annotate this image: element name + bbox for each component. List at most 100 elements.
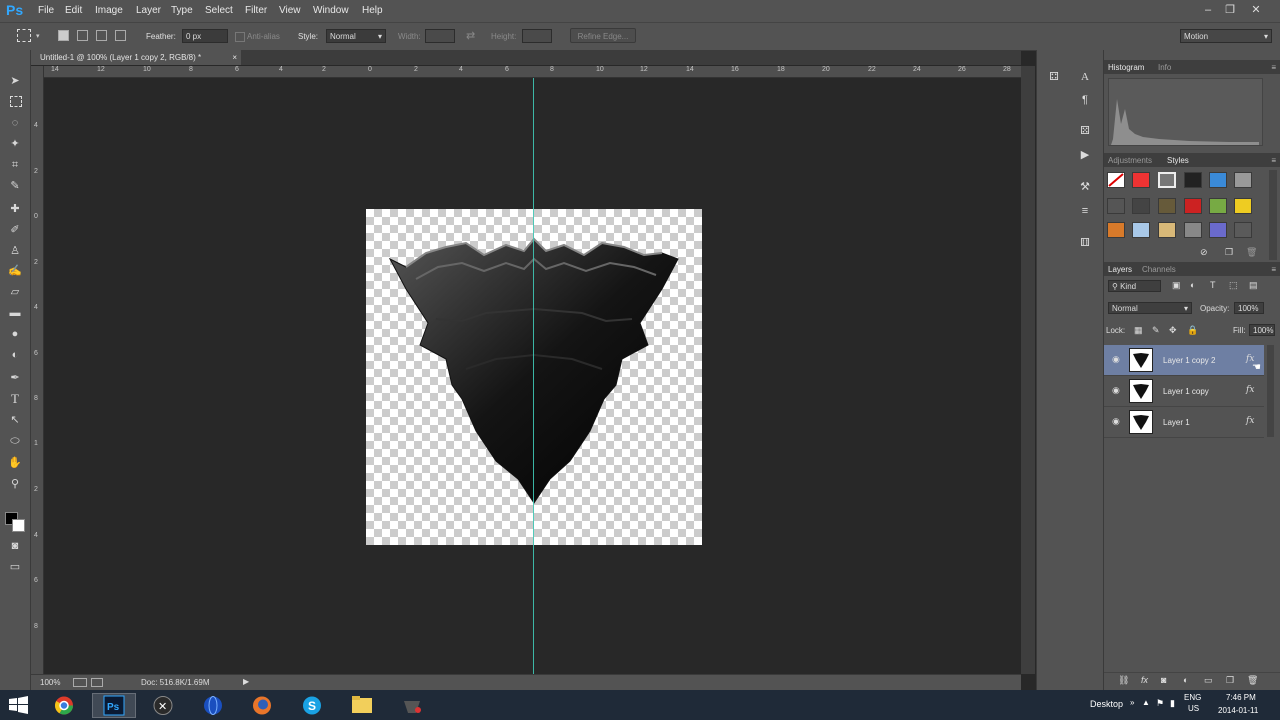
delete-style-icon[interactable]: 🗑	[1246, 247, 1257, 258]
flag-icon[interactable]: ⚑	[1156, 698, 1164, 709]
dodge-tool-icon[interactable]: ◐	[8, 348, 22, 362]
filter-pixel-icon[interactable]: ▣	[1172, 280, 1181, 291]
firefox-taskbar-icon[interactable]	[240, 693, 284, 718]
type-tool-icon[interactable]: T	[8, 392, 22, 406]
filter-type-icon[interactable]: T	[1210, 280, 1216, 290]
layer-name[interactable]: Layer 1 copy 2	[1163, 356, 1215, 365]
style-swatch[interactable]	[1132, 172, 1150, 188]
layer-name[interactable]: Layer 1	[1163, 418, 1190, 427]
style-swatch-none[interactable]	[1107, 172, 1125, 188]
layer-kind-filter[interactable]: ⚲ Kind	[1108, 280, 1161, 292]
blend-mode-select[interactable]: Normal ▾	[1108, 302, 1192, 314]
marquee-tool-icon[interactable]	[17, 29, 31, 42]
magic-wand-icon[interactable]: ✦	[8, 137, 22, 151]
move-tool-icon[interactable]: ➤	[8, 74, 22, 88]
vertical-scrollbar[interactable]	[1021, 66, 1035, 674]
screen-mode-icon[interactable]: ▭	[8, 560, 22, 574]
path-selection-icon[interactable]: ↖	[8, 413, 22, 427]
ruler-horizontal[interactable]: 14 12 10 8 6 4 2 0 2 4 6 8 10 12 14 16 1…	[43, 66, 1021, 78]
tab-layers[interactable]: Layers	[1108, 265, 1132, 274]
fx-icon[interactable]: fx	[1246, 385, 1254, 395]
layer-comps-icon[interactable]: ⚅	[1078, 236, 1092, 250]
windows-start-icon[interactable]	[8, 696, 30, 714]
fill-input[interactable]: 100%	[1249, 324, 1275, 336]
background-color-swatch[interactable]	[12, 519, 25, 532]
quick-mask-icon[interactable]: ◙	[8, 539, 22, 553]
panel-menu-icon[interactable]: ≡	[1271, 156, 1276, 165]
new-group-icon[interactable]: ▭	[1204, 675, 1213, 686]
menu-filter[interactable]: Filter	[245, 5, 267, 16]
share-icon[interactable]	[73, 678, 87, 687]
globe-taskbar-icon[interactable]	[191, 693, 235, 718]
menu-select[interactable]: Select	[205, 5, 233, 16]
desktop-toolbar-label[interactable]: Desktop	[1090, 699, 1123, 709]
lock-pixels-icon[interactable]: ✎	[1152, 325, 1160, 336]
add-mask-icon[interactable]: ◙	[1161, 675, 1166, 685]
file-explorer-taskbar-icon[interactable]	[340, 693, 384, 718]
tool-preset-dropdown-icon[interactable]: ▾	[36, 32, 40, 40]
hand-tool-icon[interactable]: ✋	[8, 456, 22, 470]
filter-adjustment-icon[interactable]: ◐	[1190, 280, 1195, 290]
lock-all-icon[interactable]: 🔒	[1187, 325, 1198, 336]
document-tab[interactable]: Untitled-1 @ 100% (Layer 1 copy 2, RGB/8…	[31, 50, 241, 65]
style-swatch[interactable]	[1107, 222, 1125, 238]
clock-time[interactable]: 7:46 PM	[1226, 693, 1256, 702]
new-layer-icon[interactable]: ❐	[1226, 675, 1234, 686]
eyedropper-icon[interactable]: ✎	[8, 179, 22, 193]
style-swatch[interactable]	[1184, 198, 1202, 214]
ruler-vertical[interactable]: 4 2 0 2 4 6 8 1 2 4 6 8	[31, 66, 44, 674]
menu-edit[interactable]: Edit	[65, 5, 82, 16]
close-tab-icon[interactable]: ×	[232, 50, 237, 65]
visibility-eye-icon[interactable]: ◉	[1112, 386, 1121, 395]
character-icon[interactable]: A	[1078, 70, 1092, 84]
vertical-guide[interactable]	[533, 78, 534, 674]
styles-scrollbar[interactable]	[1269, 170, 1277, 260]
healing-brush-icon[interactable]: ✚	[8, 202, 22, 216]
tool-presets-icon[interactable]: ⚒	[1078, 180, 1092, 194]
app-taskbar-icon[interactable]	[390, 693, 434, 718]
visibility-eye-icon[interactable]: ◉	[1112, 417, 1121, 426]
layer-row[interactable]: ◉ Layer 1 copy 2 fx	[1104, 345, 1264, 376]
menu-view[interactable]: View	[279, 5, 301, 16]
tab-histogram[interactable]: Histogram	[1108, 63, 1144, 72]
preview-icon[interactable]	[91, 678, 103, 687]
layer-row[interactable]: ◉ Layer 1 copy fx	[1104, 376, 1264, 407]
gradient-tool-icon[interactable]: ▬	[8, 306, 22, 320]
fx-icon[interactable]: fx	[1246, 416, 1254, 426]
filter-smart-icon[interactable]: ▤	[1249, 280, 1258, 291]
tab-styles[interactable]: Styles	[1167, 156, 1189, 165]
style-swatch[interactable]	[1209, 172, 1227, 188]
language-indicator[interactable]: ENG	[1184, 693, 1201, 702]
pen-tool-icon[interactable]: ✒	[8, 371, 22, 385]
style-swatch[interactable]	[1234, 172, 1252, 188]
add-style-icon[interactable]: fx	[1141, 675, 1148, 685]
tab-info[interactable]: Info	[1158, 63, 1171, 72]
style-swatch[interactable]	[1184, 172, 1202, 188]
refine-edge-button[interactable]: Refine Edge...	[570, 28, 636, 43]
new-style-icon[interactable]: ❐	[1225, 247, 1233, 258]
style-swatch[interactable]	[1132, 198, 1150, 214]
style-select[interactable]: Normal ▾	[326, 29, 386, 43]
add-selection-icon[interactable]	[77, 30, 88, 41]
panel-menu-icon[interactable]: ≡	[1271, 63, 1276, 72]
clock-date[interactable]: 2014-01-11	[1218, 706, 1258, 715]
history-icon[interactable]: ⚃	[1047, 70, 1061, 84]
subtract-selection-icon[interactable]	[96, 30, 107, 41]
notifications-arrow-icon[interactable]: ▲	[1142, 698, 1150, 707]
status-menu-arrow-icon[interactable]: ▶	[243, 677, 249, 686]
close-window-icon[interactable]: ✕	[1248, 3, 1264, 17]
crop-tool-icon[interactable]: ⌗	[8, 158, 22, 172]
lock-position-icon[interactable]: ✥	[1169, 325, 1177, 336]
style-swatch[interactable]	[1184, 222, 1202, 238]
panel-menu-icon[interactable]: ≡	[1271, 265, 1276, 274]
channels-icon[interactable]: ⚄	[1078, 124, 1092, 138]
visibility-eye-icon[interactable]: ◉	[1112, 355, 1121, 364]
adjust-sliders-icon[interactable]: ≡	[1078, 204, 1092, 218]
brush-tool-icon[interactable]: ✐	[8, 223, 22, 237]
antialias-checkbox[interactable]	[235, 32, 245, 42]
network-icon[interactable]: ▮	[1170, 698, 1175, 709]
zoom-level[interactable]: 100%	[40, 678, 60, 687]
workspace-select[interactable]: Motion ▾	[1180, 29, 1272, 43]
clone-stamp-icon[interactable]: ♙	[8, 244, 22, 258]
lasso-tool-icon[interactable]: ◌	[8, 116, 22, 130]
